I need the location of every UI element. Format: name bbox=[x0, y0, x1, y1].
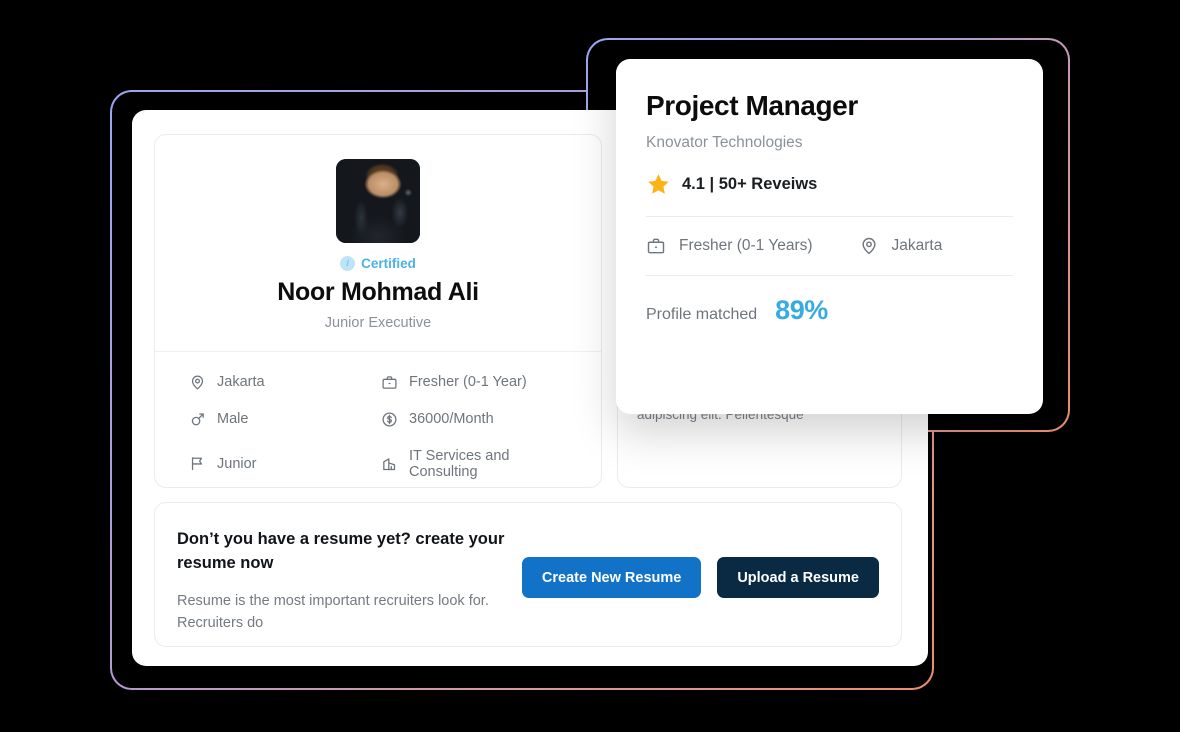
resume-banner-subtitle: Resume is the most important recruiters … bbox=[177, 592, 489, 631]
resume-banner: Don’t you have a resume yet? create your… bbox=[154, 502, 902, 647]
resume-banner-actions: Create New Resume Upload a Resume bbox=[521, 557, 879, 598]
screenshot-stage: adipiscing elit. Pellentesque i Certifie… bbox=[0, 0, 1180, 732]
star-icon bbox=[646, 172, 671, 197]
profile-card: i Certified Noor Mohmad Ali Junior Execu… bbox=[154, 134, 602, 488]
profile-role: Junior Executive bbox=[324, 314, 432, 331]
detail-level-value: Junior bbox=[217, 455, 257, 472]
briefcase-icon bbox=[646, 236, 666, 256]
profile-match-value: 89% bbox=[775, 294, 828, 325]
dollar-circle-icon bbox=[381, 411, 398, 428]
detail-gender-value: Male bbox=[217, 411, 249, 428]
resume-banner-title: Don’t you have a resume yet? create your… bbox=[177, 530, 505, 573]
job-divider-top bbox=[646, 215, 1013, 217]
certified-label: Certified bbox=[361, 256, 416, 271]
avatar-image-overlay bbox=[336, 159, 420, 243]
job-location-value: Jakarta bbox=[891, 236, 943, 254]
create-new-resume-button[interactable]: Create New Resume bbox=[521, 557, 702, 598]
briefcase-icon bbox=[381, 374, 398, 391]
detail-location: Jakarta bbox=[189, 374, 375, 391]
avatar bbox=[336, 159, 420, 243]
detail-salary: 36000/Month bbox=[381, 411, 567, 428]
profile-name: Noor Mohmad Ali bbox=[277, 278, 479, 306]
job-experience: Fresher (0-1 Years) bbox=[646, 236, 813, 256]
detail-salary-value: 36000/Month bbox=[409, 411, 494, 428]
detail-experience-value: Fresher (0-1 Year) bbox=[409, 374, 527, 391]
job-location: Jakarta bbox=[859, 236, 943, 256]
profile-match-label: Profile matched bbox=[646, 305, 758, 323]
verified-badge-icon: i bbox=[340, 256, 356, 271]
job-company: Knovator Technologies bbox=[646, 133, 803, 151]
building-icon bbox=[381, 455, 398, 472]
detail-industry-value: IT Services and Consulting bbox=[409, 447, 510, 480]
job-experience-value: Fresher (0-1 Years) bbox=[679, 236, 813, 254]
profile-header: i Certified Noor Mohmad Ali Junior Execu… bbox=[155, 135, 601, 352]
profile-details-grid: Jakarta Fresher (0-1 Year) Male 36000/Mo… bbox=[155, 352, 601, 487]
location-pin-icon bbox=[189, 374, 206, 391]
certified-badge: i Certified bbox=[340, 256, 416, 271]
detail-level: Junior bbox=[189, 448, 375, 480]
detail-location-value: Jakarta bbox=[217, 374, 265, 391]
detail-gender: Male bbox=[189, 411, 375, 428]
job-rating-text: 4.1 | 50+ Reveiws bbox=[682, 174, 818, 193]
job-title: Project Manager bbox=[646, 90, 858, 121]
job-card[interactable]: Project Manager Knovator Technologies 4.… bbox=[616, 59, 1043, 414]
profile-match: Profile matched 89% bbox=[646, 295, 1013, 326]
job-rating: 4.1 | 50+ Reveiws bbox=[646, 172, 1013, 197]
detail-experience: Fresher (0-1 Year) bbox=[381, 374, 567, 391]
job-divider-bottom bbox=[646, 274, 1013, 276]
detail-industry: IT Services and Consulting bbox=[381, 448, 567, 480]
male-gender-icon bbox=[189, 411, 206, 428]
upload-resume-button[interactable]: Upload a Resume bbox=[717, 557, 879, 598]
flag-icon bbox=[189, 455, 206, 472]
job-meta-row: Fresher (0-1 Years) Jakarta bbox=[646, 236, 1013, 256]
location-pin-icon bbox=[859, 236, 879, 256]
